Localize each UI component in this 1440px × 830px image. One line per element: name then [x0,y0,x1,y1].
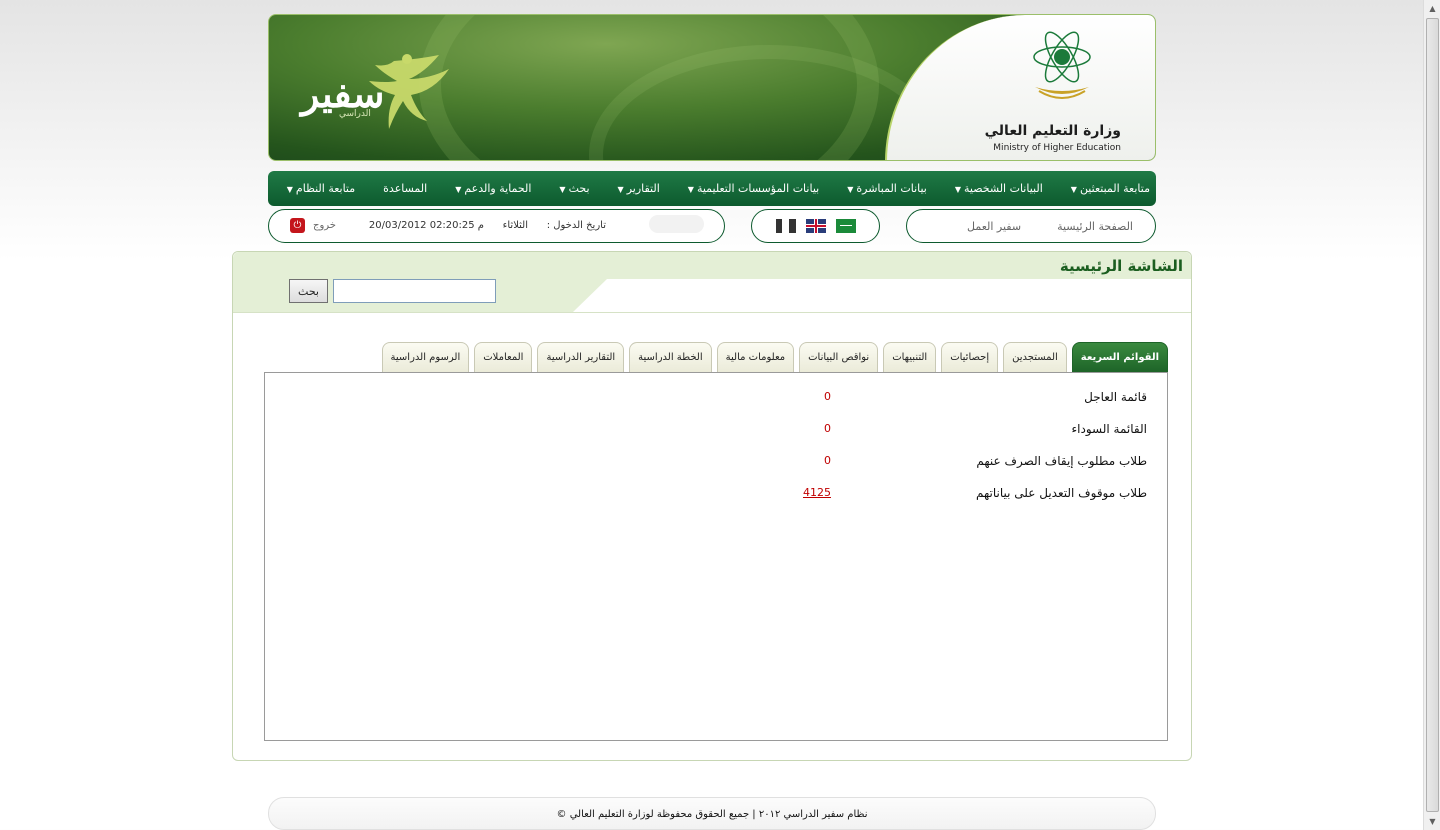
panel-header-cutout [573,279,1191,312]
login-date-label: تاريخ الدخول : [546,220,606,231]
login-datetime: 20/03/2012 02:20:25 م [368,220,484,231]
nav-help[interactable]: المساعدة [383,182,427,195]
list-item-label: طلاب موقوف التعديل على بياناتهم [976,486,1147,500]
flag-sa-icon[interactable] [835,219,856,233]
list-item: القائمة السوداء 0 [287,422,1147,442]
list-item: قائمة العاجل 0 [287,390,1147,410]
panel-divider [233,312,1191,313]
tab-alerts[interactable]: التنبيهات [883,342,937,372]
nav-label: بيانات المباشرة [856,182,927,195]
nav-label: بحث [568,182,590,195]
nav-label: بيانات المؤسسات التعليمية [696,182,820,195]
tab-transactions[interactable]: المعاملات [474,342,533,372]
tab-financial-info[interactable]: معلومات مالية [716,342,795,372]
tab-content: قائمة العاجل 0 القائمة السوداء 0 طلاب مط… [264,372,1168,741]
nav-scholarship-followup[interactable]: متابعة المبتعثين▼ [1071,182,1150,195]
nav-system-monitoring[interactable]: متابعة النظام▼ [287,182,355,195]
ministry-name-arabic: وزارة التعليم العالي [984,123,1121,139]
home-link[interactable]: الصفحة الرئيسية [1057,220,1133,233]
tab-strip: القوائم السريعة المستجدين إحصائيات التنب… [283,341,1168,372]
caret-down-icon: ▼ [455,185,462,194]
ministry-logo-area: وزارة التعليم العالي Ministry of Higher … [885,15,1155,160]
nav-enrollment-data[interactable]: بيانات المباشرة▼ [847,182,927,195]
list-item-label: قائمة العاجل [1084,390,1147,404]
nav-search[interactable]: بحث▼ [559,182,589,195]
list-item-value-link[interactable]: 4125 [803,486,831,499]
caret-down-icon: ▼ [954,185,962,194]
vertical-scrollbar[interactable]: ▲ ▼ [1423,0,1440,830]
tab-missing-data[interactable]: نواقص البيانات [799,342,879,372]
search-input[interactable] [333,279,496,303]
scroll-up-arrow-icon[interactable]: ▲ [1424,0,1440,17]
list-item-label: طلاب مطلوب إيقاف الصرف عنهم [976,454,1147,468]
tab-study-plan[interactable]: الخطة الدراسية [629,342,712,372]
nav-label: المساعدة [383,182,428,195]
list-item: طلاب مطلوب إيقاف الصرف عنهم 0 [287,454,1147,474]
ministry-name-english: Ministry of Higher Education [993,143,1121,153]
caret-down-icon: ▼ [559,185,566,194]
footer: نظام سفير الدراسي ٢٠١٢ | جميع الحقوق محف… [268,797,1156,830]
list-item-value: 0 [824,454,831,467]
language-switcher [751,209,880,243]
page-title: الشاشة الرئيسية [1059,257,1183,275]
nav-label: التقارير [626,182,660,195]
flag-uk-icon[interactable] [805,219,826,233]
session-bar: تاريخ الدخول : الثلاثاء 20/03/2012 02:20… [268,209,725,243]
nav-label: البيانات الشخصية [964,182,1043,195]
nav-label: متابعة المبتعثين [1079,182,1150,195]
list-item: طلاب موقوف التعديل على بياناتهم 4125 [287,486,1147,506]
scroll-down-arrow-icon[interactable]: ▼ [1424,813,1440,830]
list-item-label: القائمة السوداء [1071,422,1147,436]
nav-label: الحماية والدعم [464,182,532,195]
brand-subtitle: الدراسي [339,109,371,119]
caret-down-icon: ▼ [687,185,694,194]
caret-down-icon: ▼ [847,185,854,194]
search-button[interactable]: بحث [289,279,328,303]
nav-reports[interactable]: التقارير▼ [618,182,660,195]
tab-study-reports[interactable]: التقارير الدراسية [537,342,625,372]
session-decoration [649,215,704,233]
quick-links-bar: الصفحة الرئيسية سفير العمل [906,209,1156,243]
logout-link[interactable]: خروج [313,220,336,231]
nav-security-support[interactable]: الحماية والدعم▼ [455,182,531,195]
header-banner: سفير الدراسي وزارة التعليم العالي Minist… [268,14,1156,161]
caret-down-icon: ▼ [1070,185,1077,194]
nav-label: متابعة النظام [295,182,356,195]
scroll-thumb[interactable] [1426,18,1439,812]
tab-statistics[interactable]: إحصائيات [941,342,999,372]
power-icon[interactable]: ⏻ [290,218,305,233]
flag-fr-icon[interactable] [775,219,796,233]
caret-down-icon: ▼ [617,185,624,194]
nav-institutions-data[interactable]: بيانات المؤسسات التعليمية▼ [688,182,819,195]
nav-personal-data[interactable]: البيانات الشخصية▼ [955,182,1043,195]
main-navigation: متابعة المبتعثين▼ البيانات الشخصية▼ بيان… [268,171,1156,206]
login-day: الثلاثاء [502,220,528,231]
caret-down-icon: ▼ [286,185,293,194]
list-item-value: 0 [824,422,831,435]
tab-quick-lists[interactable]: القوائم السريعة [1071,342,1168,372]
list-item-value: 0 [824,390,831,403]
tab-new-students[interactable]: المستجدين [1003,342,1067,372]
ministry-emblem-icon [1033,31,1091,99]
tab-tuition-fees[interactable]: الرسوم الدراسية [381,342,470,372]
work-ambassador-link[interactable]: سفير العمل [967,220,1021,233]
